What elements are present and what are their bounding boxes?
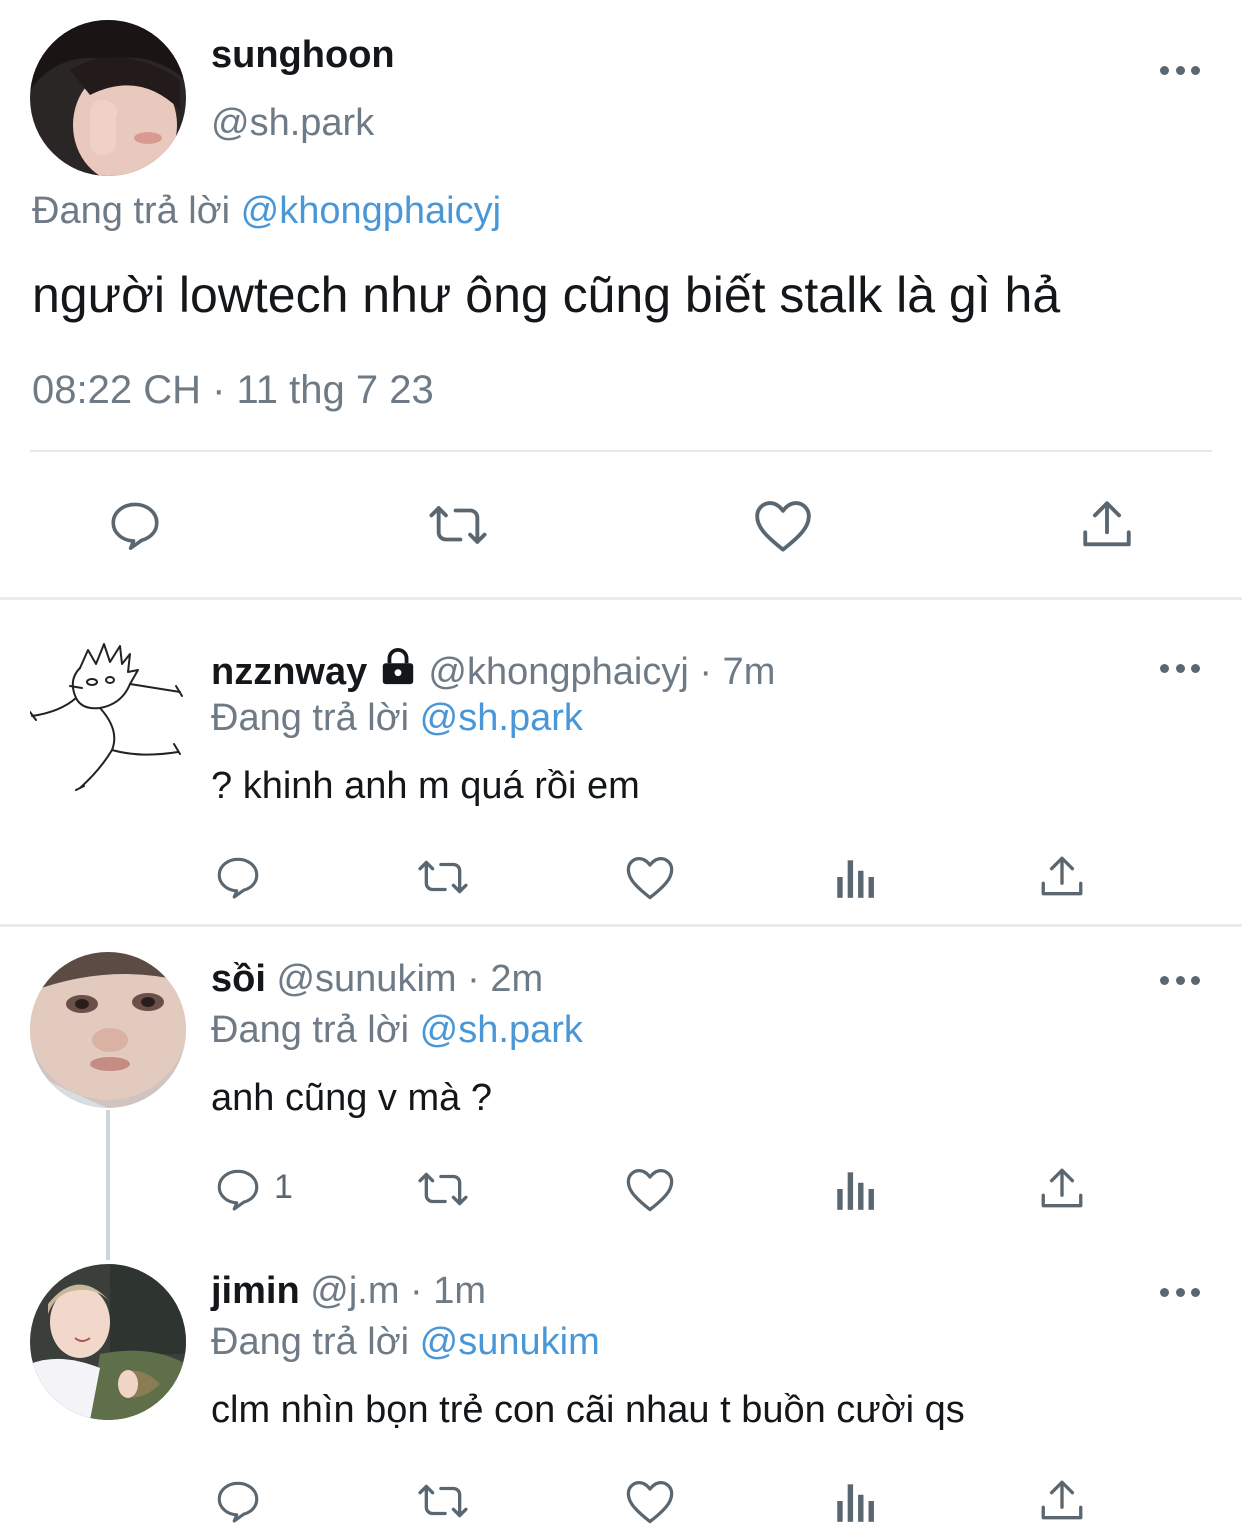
time[interactable]: · 2m	[467, 958, 543, 1000]
reply-context: Đang trả lời @sh.park	[211, 1009, 583, 1052]
analytics-icon[interactable]	[833, 852, 879, 907]
more-icon[interactable]	[1160, 973, 1200, 987]
more-icon[interactable]	[1160, 63, 1200, 77]
share-icon[interactable]	[1037, 1164, 1087, 1219]
time[interactable]: · 7m	[699, 651, 775, 693]
retweet-icon[interactable]	[425, 496, 491, 559]
display-name[interactable]: sunghoon	[211, 34, 395, 77]
avatar-jimin[interactable]	[30, 1264, 186, 1420]
reply-icon[interactable]	[106, 496, 164, 559]
time[interactable]: · 1m	[410, 1270, 486, 1312]
reply-header: nzznway @khongphaicyj · 7m	[211, 648, 775, 696]
retweet-icon[interactable]	[415, 1164, 471, 1219]
reply-header: jimin @j.m · 1m	[211, 1270, 486, 1313]
section-divider	[0, 924, 1242, 927]
reply-to-link[interactable]: @khongphaicyj	[241, 190, 501, 232]
retweet-icon[interactable]	[415, 1476, 471, 1531]
handle[interactable]: @j.m	[310, 1270, 399, 1312]
handle[interactable]: @khongphaicyj	[428, 651, 688, 693]
share-icon[interactable]	[1078, 496, 1136, 559]
tweet-text: ? khinh anh m quá rồi em	[211, 765, 640, 807]
tweet-text: clm nhìn bọn trẻ con cãi nhau t buồn cườ…	[211, 1389, 965, 1431]
retweet-icon[interactable]	[415, 852, 471, 907]
reply-prefix: Đang trả lời	[32, 190, 231, 232]
stats-divider	[30, 450, 1212, 452]
analytics-icon[interactable]	[833, 1164, 879, 1219]
more-icon[interactable]	[1160, 661, 1200, 675]
display-name[interactable]: nzznway	[211, 651, 367, 693]
handle[interactable]: @sh.park	[211, 102, 374, 145]
reply-count: 1	[274, 1168, 293, 1206]
reply-to-link[interactable]: @sh.park	[420, 1009, 583, 1051]
reply-prefix: Đang trả lời	[211, 1321, 410, 1363]
reply-context: Đang trả lời @khongphaicyj	[32, 190, 501, 233]
avatar-nzznway[interactable]	[30, 640, 186, 796]
reply-header: sồi @sunukim · 2m	[211, 958, 543, 1001]
display-name[interactable]: jimin	[211, 1270, 300, 1312]
reply-context: Đang trả lời @sunukim	[211, 1321, 600, 1364]
like-icon[interactable]	[624, 852, 676, 907]
more-icon[interactable]	[1160, 1285, 1200, 1299]
handle[interactable]: @sunukim	[276, 958, 456, 1000]
section-divider	[0, 597, 1242, 600]
reply-icon[interactable]	[213, 852, 263, 907]
reply-context: Đang trả lời @sh.park	[211, 697, 583, 740]
avatar-soi[interactable]	[30, 952, 186, 1108]
reply-to-link[interactable]: @sh.park	[420, 697, 583, 739]
share-icon[interactable]	[1037, 852, 1087, 907]
timestamp[interactable]: 08:22 CH · 11 thg 7 23	[32, 368, 434, 413]
like-icon[interactable]	[624, 1476, 676, 1531]
like-icon[interactable]	[624, 1164, 676, 1219]
reply-prefix: Đang trả lời	[211, 697, 410, 739]
analytics-icon[interactable]	[833, 1476, 879, 1531]
reply-icon[interactable]	[213, 1476, 263, 1531]
avatar-sunghoon[interactable]	[30, 20, 186, 176]
reply-to-link[interactable]: @sunukim	[420, 1321, 600, 1363]
reply-icon[interactable]	[213, 1164, 263, 1219]
like-icon[interactable]	[752, 496, 814, 559]
lock-icon	[378, 648, 418, 696]
tweet-text: người lowtech như ông cũng biết stalk là…	[32, 267, 1061, 323]
display-name[interactable]: sồi	[211, 958, 266, 1000]
reply-prefix: Đang trả lời	[211, 1009, 410, 1051]
tweet-text: anh cũng v mà ?	[211, 1077, 492, 1119]
thread-line	[106, 1110, 110, 1260]
share-icon[interactable]	[1037, 1476, 1087, 1531]
